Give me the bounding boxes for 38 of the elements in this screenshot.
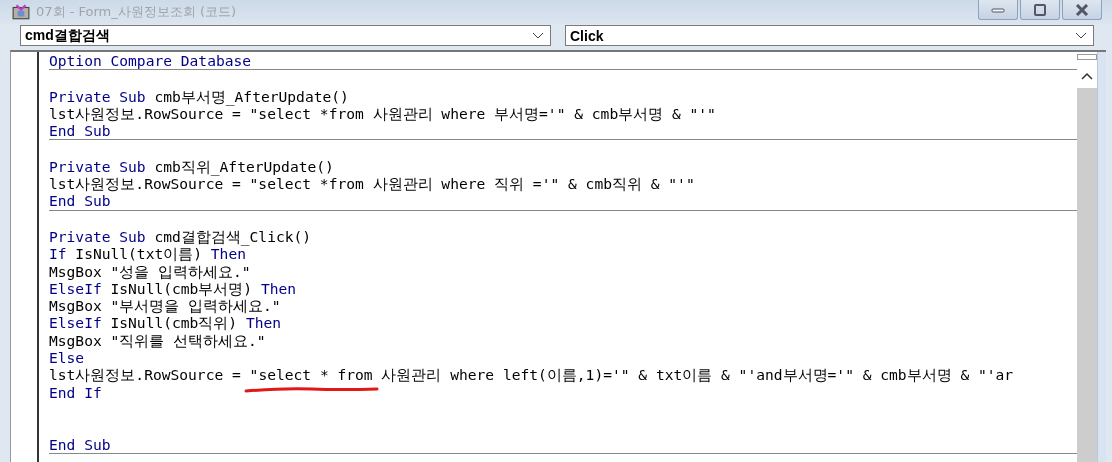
code-text: MsgBox "직위를 선택하세요." — [49, 331, 266, 349]
module-icon — [12, 3, 30, 21]
code-text: cmb직위_AfterUpdate() — [153, 157, 334, 175]
code-text: IsNull(txt이름) — [74, 245, 202, 263]
keyword: Private Sub — [49, 227, 146, 245]
close-button[interactable] — [1062, 0, 1102, 20]
procedure-dropdown[interactable]: Click — [565, 25, 1094, 46]
chevron-down-icon — [532, 31, 544, 40]
keyword: Private Sub — [49, 87, 146, 105]
vertical-scrollbar[interactable] — [1077, 52, 1097, 462]
maximize-button[interactable] — [1020, 0, 1060, 20]
keyword: End Sub — [49, 122, 111, 140]
keyword: If — [49, 245, 67, 263]
code-text: cmd결합검색_Click() — [153, 227, 312, 245]
keyword: Then — [210, 245, 246, 263]
keyword: Option Compare Database — [49, 52, 252, 69]
keyword: End If — [49, 383, 102, 401]
code-text: cmb부서명_AfterUpdate() — [153, 87, 349, 105]
code-text: lst사원정보.RowSource = "select *from 사원관리 where 직위 ='" & cmb직위 & "'" — [49, 175, 695, 193]
window-title: 07회 - Form_사원정보조회 (코드) — [36, 3, 237, 21]
keyword: ElseIf — [49, 279, 102, 297]
keyword: End Sub — [49, 192, 111, 210]
code-text: "select * from — [249, 366, 373, 384]
code-text: lst사원정보.RowSource = — [49, 366, 242, 384]
keyword: Then — [260, 279, 297, 297]
code-text: MsgBox "성을 입력하세요." — [49, 262, 251, 280]
keyword: ElseIf — [49, 314, 102, 332]
code-text: MsgBox "부서명을 입력하세요." — [49, 297, 281, 315]
object-dropdown[interactable]: cmd결합검색 — [20, 25, 551, 46]
chevron-down-icon — [1075, 31, 1087, 40]
code-text: IsNull(cmb부서명) — [109, 279, 254, 297]
keyword: Else — [49, 349, 85, 367]
keyword: Private Sub — [49, 157, 146, 175]
code-text: 사원관리 where left(이름,1)='" & txt이름 & "'and부서명='" & cmb부서명 & "'ar — [380, 366, 1014, 384]
code-text: IsNull(cmb직위) — [109, 314, 239, 332]
scroll-up-icon — [1081, 72, 1093, 80]
keyword: End Sub — [49, 435, 111, 453]
keyword: Then — [245, 314, 282, 332]
